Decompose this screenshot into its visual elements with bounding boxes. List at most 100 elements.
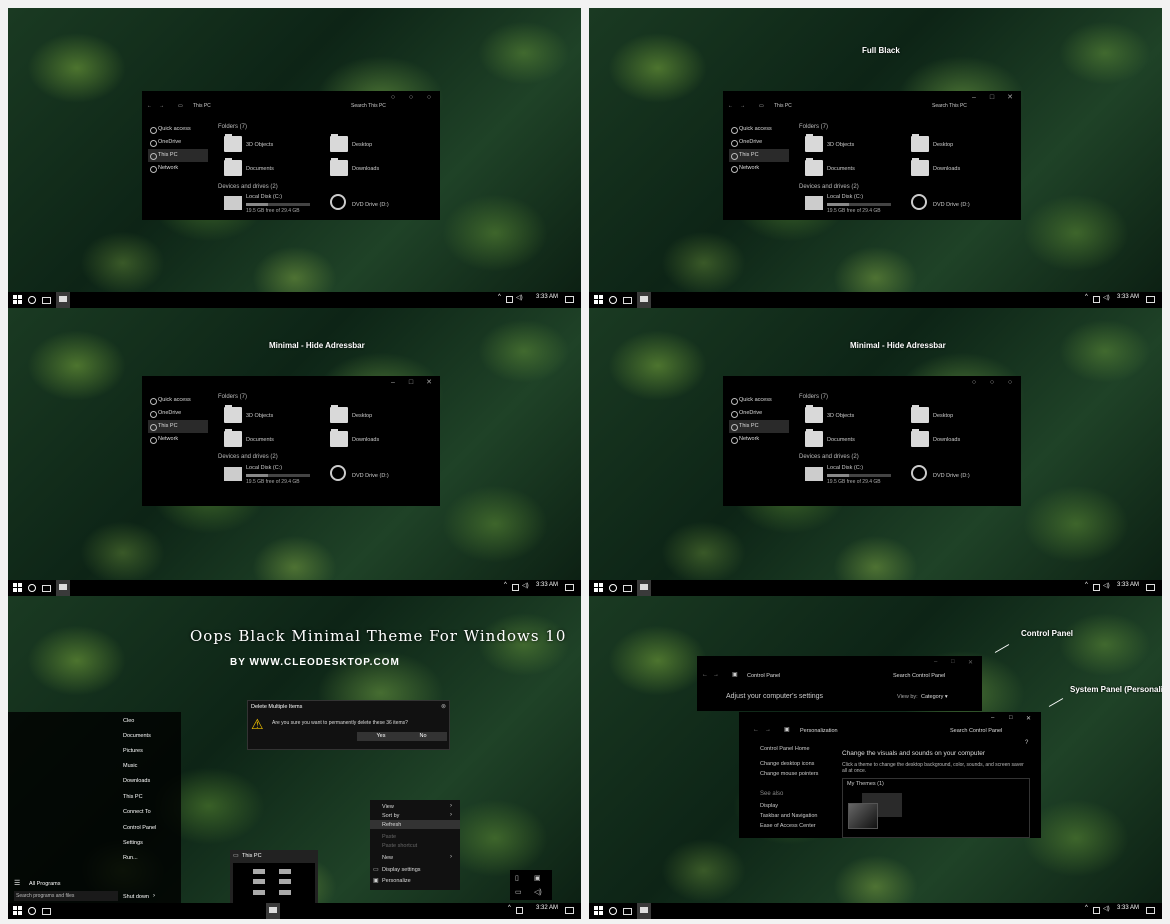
ctx-personalize[interactable]: Personalize (382, 878, 411, 884)
network-icon[interactable] (516, 907, 523, 914)
link-taskbar[interactable]: Taskbar and Navigation (760, 813, 817, 819)
search-box[interactable]: Search This PC (351, 103, 386, 109)
windows-start-icon[interactable] (13, 583, 22, 592)
devices-header[interactable]: Devices and drives (2) (799, 454, 859, 460)
no-button[interactable]: No (399, 732, 447, 741)
start-item-pictures[interactable]: Pictures (123, 748, 143, 754)
nav-item-quick-access[interactable]: Quick access (148, 123, 208, 136)
back-icon[interactable]: ← (753, 727, 759, 733)
file-explorer-icon[interactable] (637, 903, 651, 919)
close-icon[interactable]: ✕ (968, 659, 973, 666)
tray-chevron-icon[interactable]: ^ (1085, 905, 1088, 911)
nav-item-this-pc[interactable]: This PC (729, 149, 789, 162)
forward-icon[interactable]: → (159, 103, 164, 109)
folder-3d-objects[interactable]: 3D Objects (224, 134, 314, 156)
nav-item-onedrive[interactable]: OneDrive (729, 136, 789, 149)
folder-desktop[interactable]: Desktop (330, 134, 420, 156)
minimize-icon[interactable]: – (991, 715, 994, 721)
minimize-icon[interactable]: ○ (971, 379, 977, 386)
folder-documents[interactable]: Documents (224, 158, 314, 180)
file-explorer-icon[interactable] (266, 903, 280, 919)
tray-chevron-icon[interactable]: ^ (504, 582, 507, 588)
view-by-select[interactable]: Category ▾ (921, 694, 948, 700)
maximize-icon[interactable]: ○ (989, 379, 995, 386)
notifications-icon[interactable] (565, 584, 574, 591)
search-icon[interactable] (28, 584, 36, 592)
back-icon[interactable]: ← (728, 103, 733, 109)
nav-item-onedrive[interactable]: OneDrive (148, 407, 208, 420)
folder-3d-objects[interactable]: 3D Objects (805, 405, 895, 427)
forward-icon[interactable]: → (765, 727, 771, 733)
search-box[interactable]: Search This PC (932, 103, 967, 109)
nav-item-network[interactable]: Network (148, 162, 208, 175)
link-ease-of-access[interactable]: Ease of Access Center (760, 823, 816, 829)
notifications-icon[interactable] (1146, 296, 1155, 303)
dvd-drive[interactable]: DVD Drive (D:) (911, 194, 1001, 214)
nav-item-quick-access[interactable]: Quick access (148, 394, 208, 407)
dialog-close-icon[interactable]: ⊗ (441, 703, 446, 710)
security-icon[interactable]: ▣ (534, 874, 541, 882)
tray-chevron-icon[interactable]: ^ (1085, 582, 1088, 588)
local-disk[interactable]: Local Disk (C:) 19.5 GB free of 29.4 GB (224, 194, 314, 214)
nav-item-network[interactable]: Network (729, 433, 789, 446)
folders-header[interactable]: Folders (7) (799, 124, 828, 130)
close-icon[interactable]: ✕ (1026, 715, 1031, 722)
windows-start-icon[interactable] (594, 295, 603, 304)
folders-header[interactable]: Folders (7) (218, 394, 247, 400)
devices-header[interactable]: Devices and drives (2) (218, 454, 278, 460)
link-display[interactable]: Display (760, 803, 778, 809)
search-icon[interactable] (609, 907, 617, 915)
start-item-settings[interactable]: Settings (123, 840, 143, 846)
ctx-new[interactable]: New (382, 855, 393, 861)
minimize-icon[interactable]: – (971, 94, 977, 101)
close-icon[interactable]: ✕ (426, 379, 432, 386)
clock[interactable]: 3:33 AM (536, 294, 558, 300)
close-icon[interactable]: ○ (1007, 379, 1013, 386)
nav-item-network[interactable]: Network (148, 433, 208, 446)
notifications-icon[interactable] (1146, 907, 1155, 914)
ctx-refresh[interactable]: Refresh (382, 822, 401, 828)
ctx-view[interactable]: View (382, 804, 394, 810)
folder-downloads[interactable]: Downloads (911, 429, 1001, 451)
ctx-display-settings[interactable]: Display settings (382, 867, 421, 873)
file-explorer-icon[interactable] (637, 292, 651, 308)
search-icon[interactable] (609, 296, 617, 304)
search-icon[interactable] (28, 296, 36, 304)
address-location[interactable]: This PC (193, 103, 211, 109)
start-item-documents[interactable]: Documents (123, 733, 151, 739)
yes-button[interactable]: Yes (357, 732, 405, 741)
windows-start-icon[interactable] (13, 295, 22, 304)
ctx-paste[interactable]: Paste (382, 834, 396, 840)
cp-home-link[interactable]: Control Panel Home (760, 746, 810, 752)
back-icon[interactable]: ← (147, 103, 152, 109)
dvd-drive[interactable]: DVD Drive (D:) (911, 465, 1001, 485)
folder-3d-objects[interactable]: 3D Objects (805, 134, 895, 156)
folder-desktop[interactable]: Desktop (911, 405, 1001, 427)
usb-icon[interactable]: ▯ (515, 874, 519, 882)
forward-icon[interactable]: → (713, 672, 719, 678)
folder-downloads[interactable]: Downloads (330, 158, 420, 180)
nav-item-network[interactable]: Network (729, 162, 789, 175)
devices-header[interactable]: Devices and drives (2) (799, 184, 859, 190)
notifications-icon[interactable] (565, 907, 574, 914)
cp-address[interactable]: Control Panel (747, 673, 780, 679)
volume-icon[interactable]: ◁) (1103, 582, 1110, 589)
notifications-icon[interactable] (565, 296, 574, 303)
task-view-icon[interactable] (623, 297, 632, 304)
taskbar-thumbnail[interactable]: ▭ This PC (230, 850, 318, 905)
nav-item-this-pc[interactable]: This PC (729, 420, 789, 433)
task-view-icon[interactable] (42, 297, 51, 304)
all-programs-button[interactable]: All Programs (29, 881, 60, 887)
link-desktop-icons[interactable]: Change desktop icons (760, 761, 814, 767)
nav-item-onedrive[interactable]: OneDrive (729, 407, 789, 420)
tray-chevron-icon[interactable]: ^ (508, 905, 511, 911)
clock[interactable]: 3:32 AM (536, 905, 558, 911)
folder-documents[interactable]: Documents (805, 158, 895, 180)
windows-start-icon[interactable] (13, 906, 22, 915)
pers-address[interactable]: Personalization (800, 728, 838, 734)
start-item-control-panel[interactable]: Control Panel (123, 825, 156, 831)
volume-icon[interactable]: ◁) (534, 888, 542, 896)
network-icon[interactable] (512, 584, 519, 591)
link-mouse-pointers[interactable]: Change mouse pointers (760, 771, 818, 777)
minimize-icon[interactable]: – (390, 379, 396, 386)
